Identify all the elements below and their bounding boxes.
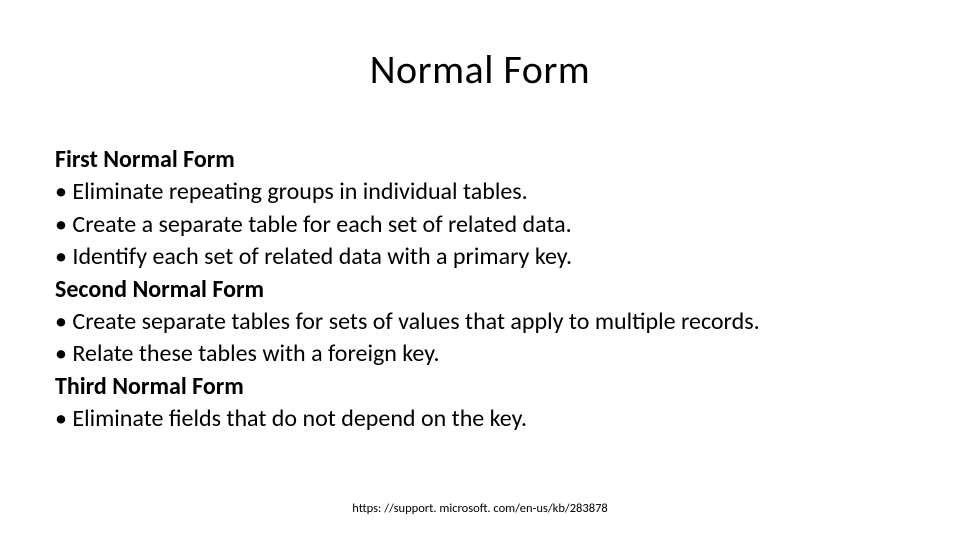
section-heading: First Normal Form (55, 144, 910, 176)
slide-title: Normal Form (50, 45, 910, 94)
bullet-item: • Create a separate table for each set o… (55, 209, 910, 241)
slide: Normal Form First Normal Form • Eliminat… (0, 0, 960, 540)
bullet-item: • Relate these tables with a foreign key… (55, 338, 910, 370)
bullet-item: • Identify each set of related data with… (55, 241, 910, 273)
bullet-item: • Create separate tables for sets of val… (55, 306, 910, 338)
section-heading: Second Normal Form (55, 274, 910, 306)
section-heading: Third Normal Form (55, 371, 910, 403)
bullet-item: • Eliminate fields that do not depend on… (55, 403, 910, 435)
slide-content: First Normal Form • Eliminate repeating … (50, 144, 910, 436)
bullet-item: • Eliminate repeating groups in individu… (55, 176, 910, 208)
footer-source-link: https: //support. microsoft. com/en-us/k… (0, 501, 960, 516)
